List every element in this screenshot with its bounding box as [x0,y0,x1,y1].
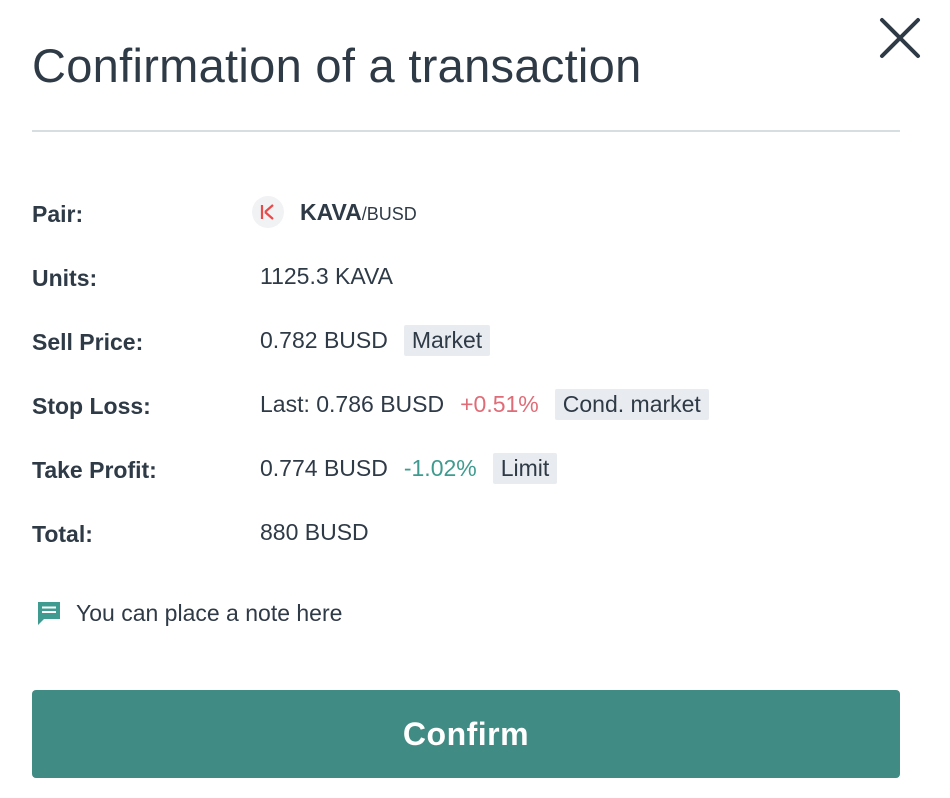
note-text: You can place a note here [76,599,343,626]
stop-loss-type-badge: Cond. market [554,388,709,420]
pair-row: Pair: KAVA /BUSD [32,192,900,232]
units-value: 1125.3 KAVA [260,262,393,289]
take-profit-value-group: 0.774 BUSD -1.02% Limit [260,448,558,488]
sell-price-value: 0.782 BUSD [260,326,388,353]
stop-loss-value-group: Last: 0.786 BUSD +0.51% Cond. market [260,384,709,424]
take-profit-type-badge: Limit [492,452,558,484]
sell-price-row: Sell Price: 0.782 BUSD Market [32,320,900,360]
units-row: Units: 1125.3 KAVA [32,256,900,296]
stop-loss-value: Last: 0.786 BUSD [260,390,445,417]
title-divider [32,130,900,132]
order-type-badge: Market [403,324,491,356]
total-value: 880 BUSD [260,518,369,545]
pair-base: KAVA [300,198,362,225]
pair-value: KAVA /BUSD [252,192,417,232]
close-icon [880,18,920,58]
comment-icon [36,600,62,626]
total-label: Total: [32,521,93,547]
pair-label: Pair: [32,201,84,227]
transaction-confirmation-dialog: Confirmation of a transaction Pair: KAVA… [0,0,950,798]
kava-coin-icon [252,196,284,228]
pair-quote: /BUSD [361,203,417,224]
dialog-title: Confirmation of a transaction [32,39,642,92]
total-row: Total: 880 BUSD [32,512,900,552]
take-profit-label: Take Profit: [32,457,157,483]
sell-price-value-group: 0.782 BUSD Market [260,320,491,360]
sell-price-label: Sell Price: [32,329,144,355]
stop-loss-label: Stop Loss: [32,393,151,419]
take-profit-value: 0.774 BUSD [260,454,388,481]
take-profit-row: Take Profit: 0.774 BUSD -1.02% Limit [32,448,900,488]
close-button[interactable] [876,14,924,62]
add-note-link[interactable]: You can place a note here [36,596,342,630]
stop-loss-change: +0.51% [460,390,539,417]
confirm-button[interactable]: Confirm [32,690,900,778]
units-label: Units: [32,265,98,291]
stop-loss-row: Stop Loss: Last: 0.786 BUSD +0.51% Cond.… [32,384,900,424]
take-profit-change: -1.02% [403,454,477,481]
